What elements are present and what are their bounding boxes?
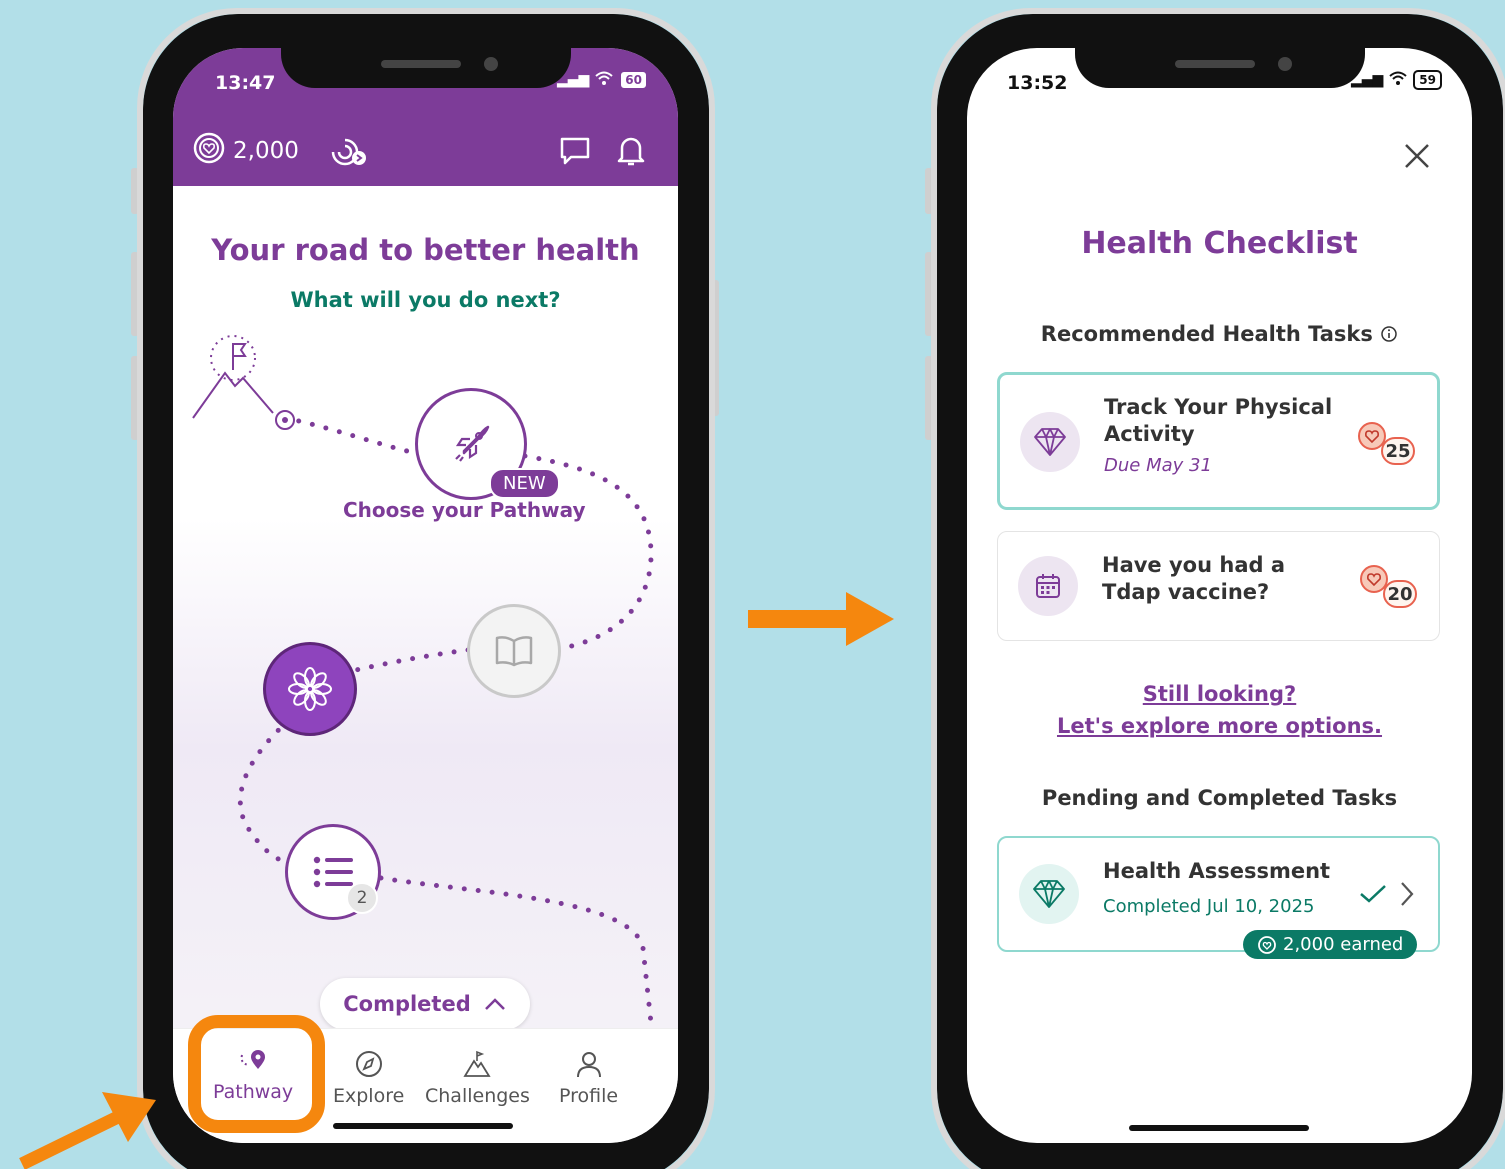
task-icon-circle xyxy=(1019,864,1079,924)
nav-challenges-label: Challenges xyxy=(425,1085,530,1107)
task-card-health-assessment[interactable]: Health Assessment Completed Jul 10, 2025… xyxy=(997,836,1440,959)
home-indicator xyxy=(1129,1125,1309,1131)
nav-explore-label: Explore xyxy=(333,1085,405,1107)
pointer-arrow-icon xyxy=(19,1092,156,1169)
earned-text: 2,000 earned xyxy=(1283,934,1404,955)
list-icon xyxy=(313,856,353,888)
task-icon-circle xyxy=(1018,556,1078,616)
battery-indicator: 59 xyxy=(1413,70,1442,90)
diamond-icon xyxy=(1033,880,1065,908)
task-icon-circle xyxy=(1020,412,1080,472)
close-icon xyxy=(1405,144,1429,168)
task-title: Track Your Physical Activity xyxy=(1104,395,1333,446)
learn-node[interactable] xyxy=(467,604,561,698)
chevron-up-icon xyxy=(484,998,505,1010)
phone-frame-pathway: 13:47 ▂▄▆ 60 2,000 Your road to better h… xyxy=(137,8,715,1169)
nav-explore[interactable]: Explore xyxy=(333,1049,404,1107)
phone-frame-checklist: 13:52 ▂▄▆ 59 Health Checklist Recommende… xyxy=(931,8,1505,1169)
phone-notch xyxy=(1074,48,1365,88)
nav-challenges[interactable]: Challenges xyxy=(425,1049,530,1107)
phone-notch xyxy=(280,48,571,88)
points-coin-icon xyxy=(1258,935,1276,954)
task-due-date: Due May 31 xyxy=(1104,455,1212,476)
mountain-icon xyxy=(463,1050,492,1077)
reward-value: 25 xyxy=(1381,437,1415,465)
rocket-icon xyxy=(455,425,490,462)
still-looking-link[interactable]: Still looking? xyxy=(967,682,1472,706)
explore-more-link[interactable]: Let's explore more options. xyxy=(967,714,1472,738)
points-earned-badge: 2,000 earned xyxy=(1243,930,1418,959)
task-title: Health Assessment xyxy=(1103,859,1331,883)
reward-points: 20 xyxy=(1359,564,1417,608)
wifi-icon xyxy=(1389,71,1407,89)
recommended-heading-text: Recommended Health Tasks xyxy=(1040,322,1373,346)
status-icons: ▂▄▆ 59 xyxy=(1351,70,1442,90)
reward-points: 25 xyxy=(1357,421,1415,465)
calendar-icon xyxy=(1036,574,1060,598)
nav-profile[interactable]: Profile xyxy=(559,1049,618,1107)
home-indicator xyxy=(333,1123,513,1129)
close-button[interactable] xyxy=(1402,140,1432,180)
completed-label: Completed xyxy=(343,992,471,1016)
chevron-right-icon xyxy=(1401,882,1414,906)
recommended-heading: Recommended Health Tasks xyxy=(967,322,1472,346)
info-icon[interactable] xyxy=(1380,325,1398,343)
pathway-dotted-road xyxy=(192,335,654,1026)
page-title: Health Checklist xyxy=(1081,226,1358,261)
task-count-badge: 2 xyxy=(346,882,378,914)
completed-date: Completed Jul 10, 2025 xyxy=(1103,896,1315,917)
mountain-flag-icon xyxy=(192,335,295,430)
flower-icon xyxy=(288,667,332,711)
diamond-icon xyxy=(1034,428,1066,456)
pending-heading: Pending and Completed Tasks xyxy=(1041,786,1398,810)
open-book-icon xyxy=(495,636,533,667)
pathway-screen: 13:47 ▂▄▆ 60 2,000 Your road to better h… xyxy=(173,48,678,1143)
completed-toggle-button[interactable]: Completed xyxy=(320,978,530,1030)
task-card-tdap-vaccine[interactable]: Have you had a Tdap vaccine? 20 xyxy=(997,531,1440,641)
status-time: 13:52 xyxy=(1007,72,1068,94)
compass-icon xyxy=(355,1051,382,1077)
choose-pathway-label[interactable]: Choose your Pathway xyxy=(343,498,585,522)
reward-value: 20 xyxy=(1383,580,1417,608)
pathway-highlight-box xyxy=(188,1015,325,1133)
task-card-physical-activity[interactable]: Track Your Physical Activity Due May 31 … xyxy=(997,372,1440,510)
next-screen-arrow-icon xyxy=(748,592,894,646)
task-title: Have you had a Tdap vaccine? xyxy=(1102,553,1286,604)
checkmark-icon xyxy=(1360,885,1386,903)
health-checklist-screen: 13:52 ▂▄▆ 59 Health Checklist Recommende… xyxy=(967,48,1472,1143)
nav-profile-label: Profile xyxy=(559,1085,619,1107)
mindfulness-node[interactable] xyxy=(263,642,357,736)
new-badge: NEW xyxy=(489,468,560,499)
person-icon xyxy=(576,1052,601,1078)
